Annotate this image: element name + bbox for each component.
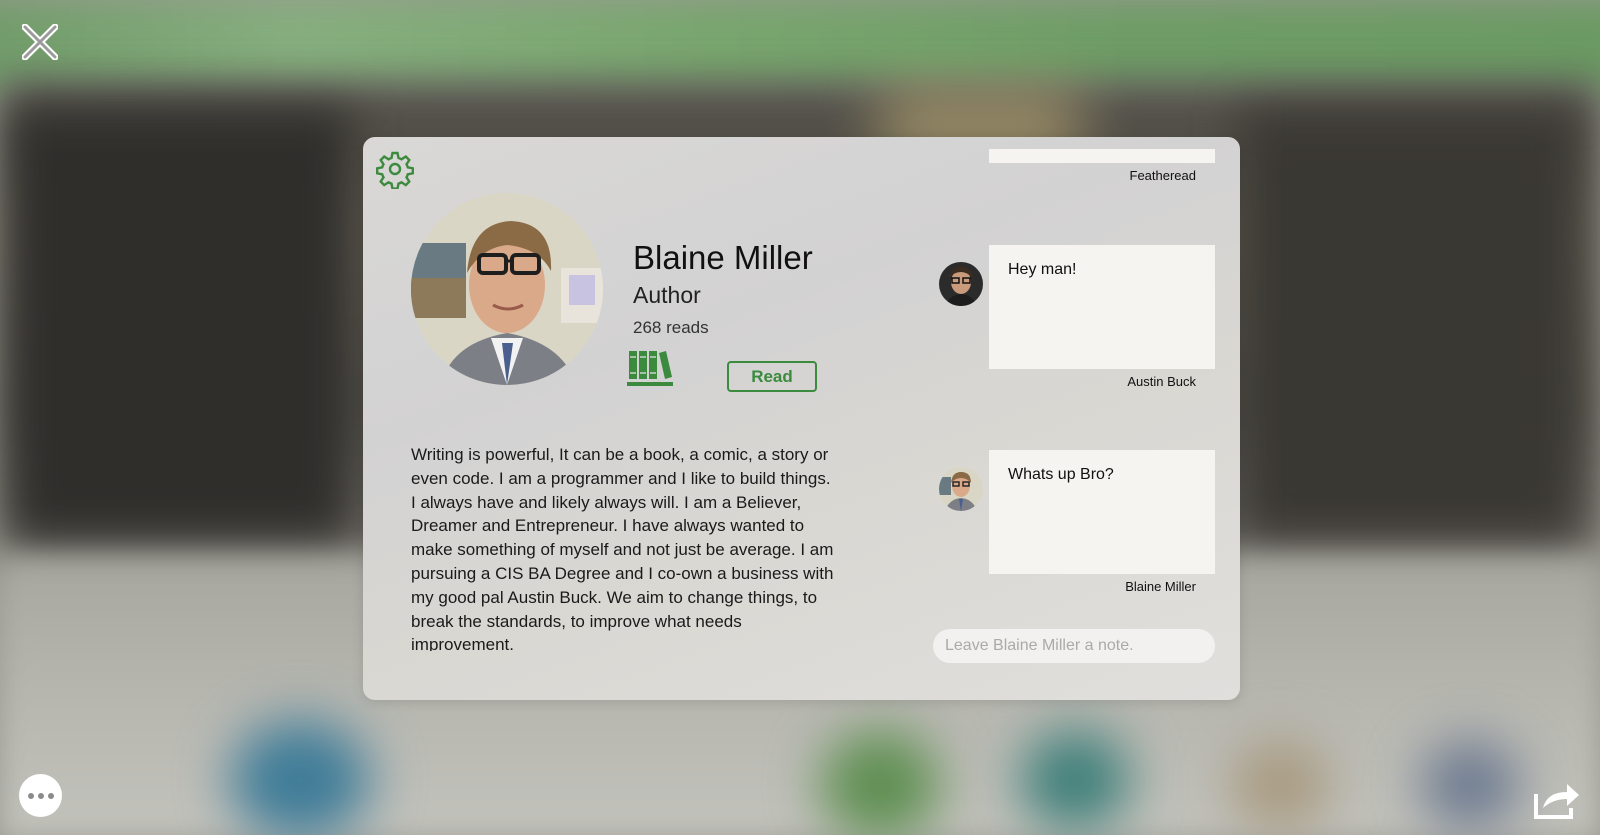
author-role: Author [633, 282, 701, 308]
note-input[interactable] [933, 629, 1215, 663]
avatar [411, 193, 603, 385]
author-name: Blaine Miller [633, 239, 813, 276]
author-profile-card: Blaine Miller Author 268 reads Read Writ… [363, 137, 1240, 700]
gear-icon[interactable] [375, 149, 415, 189]
author-bio: Writing is powerful, It can be a book, a… [411, 445, 834, 651]
avatar [939, 262, 983, 306]
note-card: Whats up Bro? [989, 450, 1215, 574]
note-text: Hey man! [1008, 261, 1077, 278]
note-card: Hey man! [989, 245, 1215, 369]
read-button[interactable]: Read [727, 361, 817, 392]
note-author: Featheread [1129, 168, 1197, 183]
books-icon[interactable] [627, 349, 673, 387]
note-author: Austin Buck [1127, 374, 1196, 389]
note-text: Whats up Bro? [1008, 466, 1114, 483]
note-author: Blaine Miller [1125, 579, 1196, 594]
ellipsis-icon[interactable] [19, 774, 62, 817]
note-card [989, 149, 1215, 163]
close-x-icon[interactable] [22, 24, 58, 60]
avatar [939, 467, 983, 511]
share-icon[interactable] [1533, 780, 1581, 820]
reads-count: 268 reads [633, 318, 709, 337]
